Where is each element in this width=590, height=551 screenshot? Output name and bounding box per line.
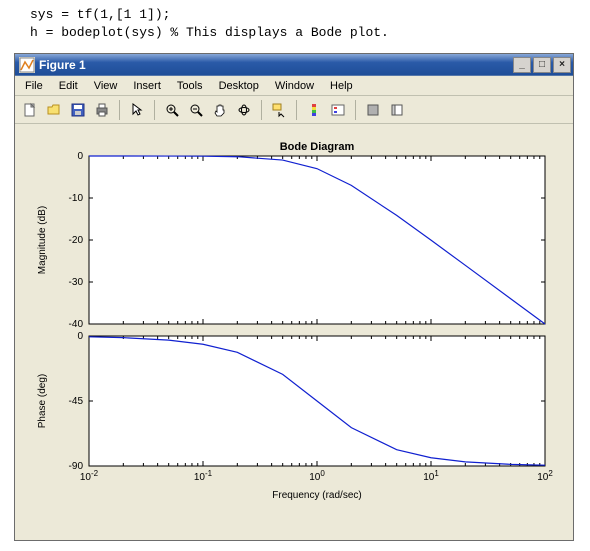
pointer-icon[interactable]	[126, 99, 148, 121]
menu-edit[interactable]: Edit	[51, 78, 86, 94]
toolbar	[15, 96, 573, 124]
separator-icon	[119, 100, 120, 120]
menu-window[interactable]: Window	[267, 78, 322, 94]
data-cursor-icon[interactable]	[268, 99, 290, 121]
svg-text:102: 102	[537, 469, 553, 484]
save-icon[interactable]	[67, 99, 89, 121]
separator-icon	[296, 100, 297, 120]
svg-text:101: 101	[423, 469, 439, 484]
menu-help[interactable]: Help	[322, 78, 361, 94]
pan-icon[interactable]	[209, 99, 231, 121]
separator-icon	[355, 100, 356, 120]
svg-text:Frequency (rad/sec): Frequency (rad/sec)	[272, 490, 361, 501]
app-icon	[19, 57, 35, 73]
svg-text:0: 0	[77, 331, 83, 342]
hide-tools-icon[interactable]	[362, 99, 384, 121]
svg-text:0: 0	[77, 151, 83, 162]
svg-text:-20: -20	[69, 235, 84, 246]
code-line-1: sys = tf(1,[1 1]);	[30, 7, 170, 22]
svg-text:100: 100	[309, 469, 325, 484]
menu-view[interactable]: View	[86, 78, 126, 94]
svg-text:10-1: 10-1	[194, 469, 213, 484]
svg-text:-45: -45	[69, 396, 84, 407]
zoom-out-icon[interactable]	[185, 99, 207, 121]
svg-text:Phase (deg): Phase (deg)	[37, 374, 48, 428]
figure-window: Figure 1 _ □ × File Edit View Insert Too…	[14, 53, 574, 541]
svg-text:-30: -30	[69, 277, 84, 288]
titlebar[interactable]: Figure 1 _ □ ×	[15, 54, 573, 76]
svg-text:-90: -90	[69, 461, 84, 472]
plot-area: Bode Diagram -40 -30 -20 -10 0 Magnitude (dB) -…	[15, 124, 573, 540]
window-title: Figure 1	[39, 58, 511, 72]
colorbar-icon[interactable]	[303, 99, 325, 121]
minimize-button[interactable]: _	[513, 57, 531, 73]
close-button[interactable]: ×	[553, 57, 571, 73]
svg-text:Bode Diagram: Bode Diagram	[280, 141, 355, 153]
rotate-icon[interactable]	[233, 99, 255, 121]
menu-insert[interactable]: Insert	[125, 78, 169, 94]
zoom-in-icon[interactable]	[161, 99, 183, 121]
code-block: sys = tf(1,[1 1]); h = bodeplot(sys) % T…	[0, 0, 590, 53]
svg-text:-10: -10	[69, 193, 84, 204]
print-icon[interactable]	[91, 99, 113, 121]
svg-text:Magnitude (dB): Magnitude (dB)	[37, 206, 48, 274]
code-line-2: h = bodeplot(sys) % This displays a Bode…	[30, 25, 389, 40]
menu-file[interactable]: File	[17, 78, 51, 94]
bode-diagram: Bode Diagram -40 -30 -20 -10 0 Magnitude (dB) -…	[25, 138, 565, 530]
show-tools-icon[interactable]	[386, 99, 408, 121]
separator-icon	[261, 100, 262, 120]
menubar: File Edit View Insert Tools Desktop Wind…	[15, 76, 573, 96]
menu-tools[interactable]: Tools	[169, 78, 211, 94]
separator-icon	[154, 100, 155, 120]
open-folder-icon[interactable]	[43, 99, 65, 121]
new-file-icon[interactable]	[19, 99, 41, 121]
legend-icon[interactable]	[327, 99, 349, 121]
menu-desktop[interactable]: Desktop	[211, 78, 267, 94]
svg-text:-40: -40	[69, 319, 84, 330]
maximize-button[interactable]: □	[533, 57, 551, 73]
